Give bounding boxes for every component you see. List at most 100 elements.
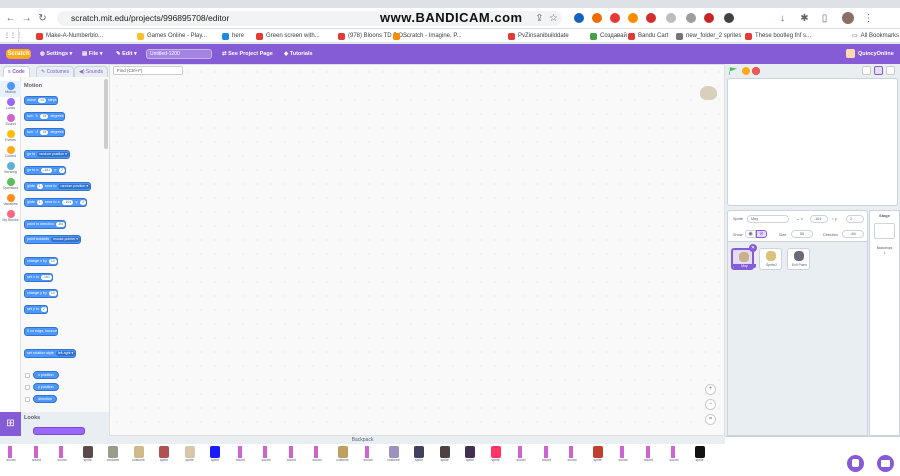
block-input[interactable]: -84: [55, 222, 65, 227]
profile-avatar-icon[interactable]: [842, 12, 854, 24]
backpack-header[interactable]: Backpack: [0, 436, 725, 444]
size-input[interactable]: 55: [791, 230, 813, 238]
extension-icon[interactable]: [666, 13, 676, 23]
block-input[interactable]: 2: [59, 168, 65, 173]
bookmark-item[interactable]: Bandu Cart: [628, 29, 668, 43]
script-area[interactable]: [109, 64, 725, 436]
project-title-input[interactable]: Untitled-1200: [146, 49, 212, 59]
block-dropdown[interactable]: random position ▾: [58, 184, 91, 189]
category-looks[interactable]: Looks: [0, 97, 21, 113]
tab-code[interactable]: ≡ Code: [3, 66, 30, 77]
block-goto-xy[interactable]: go to x: -161 y: 2: [24, 166, 66, 175]
back-icon[interactable]: ←: [4, 12, 17, 25]
zoom-out-button[interactable]: −: [705, 399, 716, 410]
block-set-x[interactable]: set x to -161: [24, 273, 53, 282]
block-change-y[interactable]: change y by 10: [24, 289, 58, 298]
backpack-item-sound[interactable]: sound: [665, 446, 683, 476]
bookmark-item[interactable]: new_folder_2 sprites: [676, 29, 741, 43]
block-input[interactable]: 15: [40, 130, 49, 135]
share-icon[interactable]: ⇪: [533, 12, 546, 25]
block-change-x[interactable]: change x by 10: [24, 257, 58, 266]
category-operators[interactable]: Operators: [0, 177, 21, 193]
backpack-item-sound[interactable]: sound: [257, 446, 275, 476]
bookmark-item[interactable]: Green screen with...: [256, 29, 320, 43]
extension-icon[interactable]: [610, 13, 620, 23]
backpack-item-sound[interactable]: sound: [53, 446, 71, 476]
backpack-item-sound[interactable]: sound: [563, 446, 581, 476]
category-my-blocks[interactable]: My Blocks: [0, 209, 21, 225]
backpack-item-sound[interactable]: sound: [28, 446, 46, 476]
backpack-item-costume[interactable]: costume: [104, 446, 122, 476]
reload-icon[interactable]: ↻: [36, 12, 49, 25]
edit-menu[interactable]: ✎ Edit ▾: [116, 44, 137, 64]
block-set-y[interactable]: set y to 2: [24, 305, 48, 314]
direction-checkbox[interactable]: [25, 397, 30, 402]
normal-stage-icon[interactable]: [874, 66, 883, 75]
settings-menu[interactable]: ◍ Settings ▾: [40, 44, 72, 64]
block-input[interactable]: 1: [36, 184, 43, 189]
sprite-name-input[interactable]: Moy: [747, 215, 789, 223]
user-avatar[interactable]: [846, 49, 855, 58]
category-sensing[interactable]: Sensing: [0, 161, 21, 177]
reporter-y-position[interactable]: y position: [33, 383, 59, 391]
extension-icon[interactable]: [574, 13, 584, 23]
tab-sounds[interactable]: ◀) Sounds: [74, 66, 108, 77]
tab-costumes[interactable]: ✎ Costumes: [36, 66, 75, 77]
backpack-item-sprite[interactable]: sprite: [181, 446, 199, 476]
extension-icon[interactable]: [724, 13, 734, 23]
account-menu[interactable]: QuincyOnline: [858, 44, 894, 64]
block-dropdown[interactable]: left-right ▾: [55, 351, 76, 356]
backpack-item-sprite[interactable]: sprite: [206, 446, 224, 476]
block-input[interactable]: 10: [48, 259, 57, 264]
category-sound[interactable]: Sound: [0, 113, 21, 129]
backpack-item-sprite[interactable]: sprite: [410, 446, 428, 476]
stage-selector[interactable]: Stage Backdrops 1: [869, 210, 900, 436]
backpack-item-sound[interactable]: sound: [232, 446, 250, 476]
stop-icon[interactable]: [752, 67, 760, 75]
backpack-item-sprite[interactable]: sprite: [79, 446, 97, 476]
backpack-item-sprite[interactable]: sprite: [691, 446, 709, 476]
backpack-item-sound[interactable]: sound: [359, 446, 377, 476]
block-goto[interactable]: go to random position ▾: [24, 150, 70, 159]
backpack-item-sprite[interactable]: sprite: [436, 446, 454, 476]
bookmark-item[interactable]: Games Online - Play...: [137, 29, 207, 43]
sidepanel-icon[interactable]: ▯: [818, 12, 831, 25]
reporter-x-position[interactable]: x position: [33, 371, 59, 379]
bookmark-item[interactable]: Создавай: [590, 29, 627, 43]
extension-icon[interactable]: [686, 13, 696, 23]
backpack-item-sound[interactable]: sound: [538, 446, 556, 476]
block-input[interactable]: -161: [40, 275, 52, 280]
backpack-item-sound[interactable]: sound: [2, 446, 20, 476]
sprite-thumbnail[interactable]: Evil Fwen: [787, 248, 810, 270]
block-input[interactable]: 2: [40, 307, 47, 312]
y-position-checkbox[interactable]: [25, 385, 30, 390]
bookmark-item[interactable]: PvZinsanibuilddate: [508, 29, 569, 43]
backpack-item-costume[interactable]: costume: [334, 446, 352, 476]
forward-icon[interactable]: →: [20, 12, 33, 25]
block-input[interactable]: 10: [38, 98, 46, 103]
zoom-in-button[interactable]: +: [705, 384, 716, 395]
hide-sprite-button[interactable]: ⊘: [756, 230, 767, 238]
block-turn-right[interactable]: turn ↻ 15 degrees: [24, 112, 65, 121]
block-move-steps[interactable]: move 10 steps: [24, 96, 58, 105]
backpack-item-sprite[interactable]: sprite: [461, 446, 479, 476]
bookmark-star-icon[interactable]: ☆: [547, 12, 560, 25]
block-input[interactable]: -161: [62, 200, 74, 205]
turbo-icon[interactable]: [742, 67, 750, 75]
x-position-checkbox[interactable]: [25, 373, 30, 378]
add-extension-button[interactable]: ⊞: [0, 412, 21, 436]
bookmark-item[interactable]: These bootleg fnf s...: [745, 29, 811, 43]
bookmark-item[interactable]: Scratch - Imagine, P...: [393, 29, 462, 43]
apps-icon[interactable]: ⋮⋮⋮: [4, 29, 22, 43]
category-variables[interactable]: Variables: [0, 193, 21, 209]
extension-icon[interactable]: [704, 13, 714, 23]
extensions-puzzle-icon[interactable]: ✱: [798, 12, 811, 25]
block-input[interactable]: -161: [41, 168, 53, 173]
choose-backdrop-button[interactable]: [877, 455, 894, 472]
block-dropdown[interactable]: mouse-pointer ▾: [50, 237, 81, 242]
palette-scrollbar[interactable]: [104, 79, 108, 149]
category-motion[interactable]: Motion: [0, 81, 21, 97]
extension-icon[interactable]: [628, 13, 638, 23]
small-stage-icon[interactable]: [862, 66, 871, 75]
bookmark-item[interactable]: Make-A-Numberblo...: [36, 29, 103, 43]
